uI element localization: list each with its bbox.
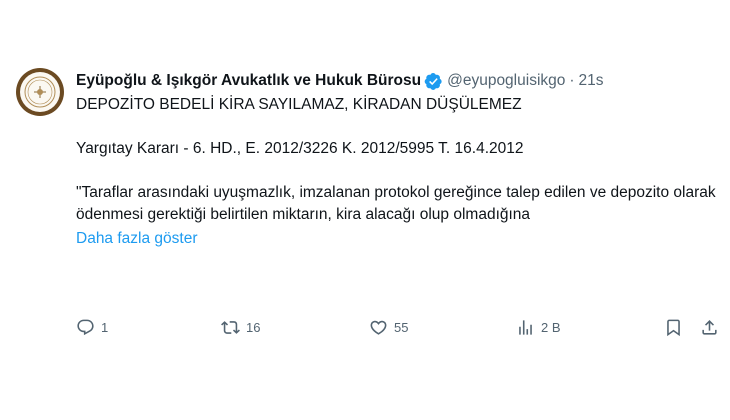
separator-dot: · — [569, 72, 575, 89]
author-name[interactable]: Eyüpoğlu & Işıkgör Avukatlık ve Hukuk Bü… — [76, 70, 421, 92]
retweet-icon — [221, 321, 240, 334]
author-handle[interactable]: @eyupogluisikgo — [447, 70, 565, 92]
reply-icon — [77, 319, 94, 336]
timestamp[interactable]: 21s — [579, 70, 604, 92]
reply-count: 1 — [101, 320, 109, 335]
like-button[interactable]: 55 — [369, 318, 408, 337]
share-button[interactable] — [700, 318, 719, 337]
reply-button[interactable]: 1 — [76, 318, 108, 337]
like-icon — [370, 320, 387, 335]
bookmark-button[interactable] — [664, 318, 683, 337]
tweet-headline: DEPOZİTO BEDELİ KİRA SAYILAMAZ, KİRADAN … — [76, 96, 522, 113]
show-more-link[interactable]: Daha fazla göster — [76, 228, 198, 250]
bookmark-icon — [667, 319, 680, 337]
views-count: 2 B — [541, 320, 561, 335]
verified-icon — [424, 72, 442, 90]
action-bar: 1 16 55 2 B — [76, 318, 728, 342]
tweet-quote: "Taraflar arasındaki uyuşmazlık, imzalan… — [76, 184, 716, 223]
retweet-count: 16 — [246, 320, 261, 335]
like-count: 55 — [394, 320, 409, 335]
tweet-citation: Yargıtay Kararı - 6. HD., E. 2012/3226 K… — [76, 140, 524, 157]
tweet-body: DEPOZİTO BEDELİ KİRA SAYILAMAZ, KİRADAN … — [76, 94, 716, 250]
views-icon — [519, 320, 532, 335]
tweet-header: Eyüpoğlu & Işıkgör Avukatlık ve Hukuk Bü… — [76, 70, 716, 92]
tweet-card[interactable]: Eyüpoğlu & Işıkgör Avukatlık ve Hukuk Bü… — [0, 0, 730, 420]
views-button[interactable]: 2 B — [516, 318, 561, 337]
retweet-button[interactable]: 16 — [221, 318, 260, 337]
share-icon — [702, 320, 717, 335]
avatar[interactable] — [16, 68, 64, 116]
